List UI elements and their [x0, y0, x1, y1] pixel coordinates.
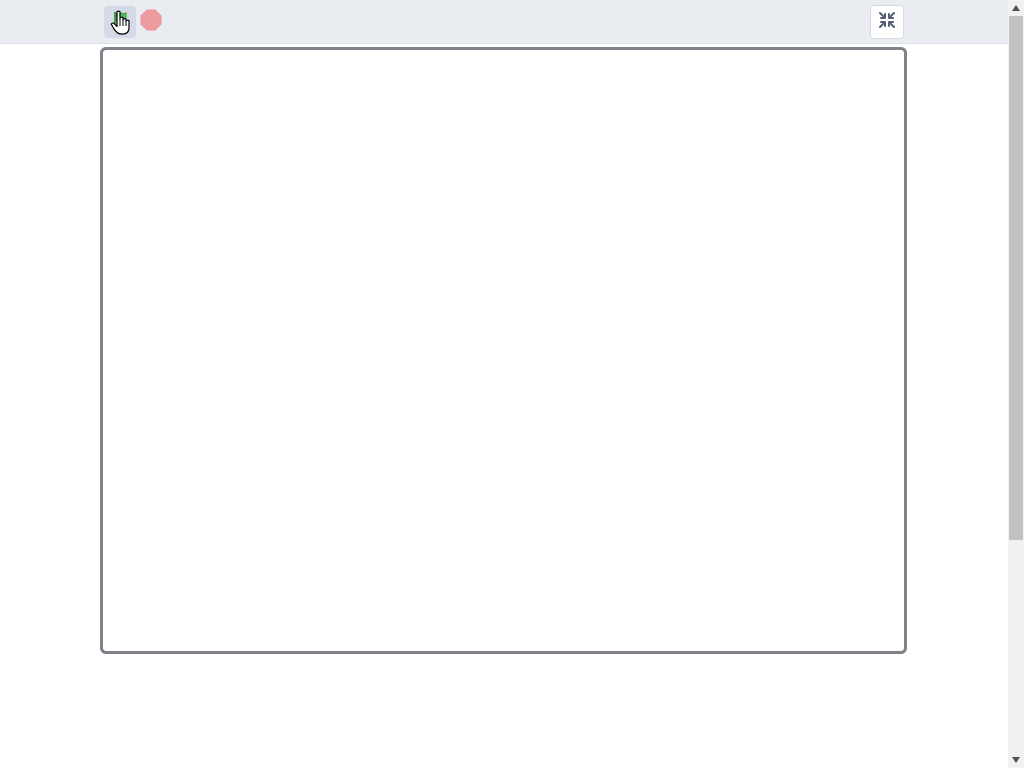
- player-toolbar: [0, 0, 1008, 44]
- stop-sign-icon: [140, 9, 162, 36]
- vertical-scrollbar[interactable]: [1008, 0, 1024, 768]
- green-flag-button[interactable]: [104, 6, 136, 38]
- project-stage[interactable]: [100, 47, 907, 654]
- green-flag-icon: [110, 10, 130, 35]
- scrollbar-thumb[interactable]: [1009, 16, 1023, 540]
- stop-button[interactable]: [140, 9, 162, 36]
- scroll-up-arrow-icon[interactable]: [1008, 0, 1024, 16]
- exit-fullscreen-icon: [878, 11, 896, 34]
- player-viewport: [0, 0, 1008, 768]
- exit-fullscreen-button[interactable]: [870, 5, 904, 39]
- scroll-down-arrow-icon[interactable]: [1008, 752, 1024, 768]
